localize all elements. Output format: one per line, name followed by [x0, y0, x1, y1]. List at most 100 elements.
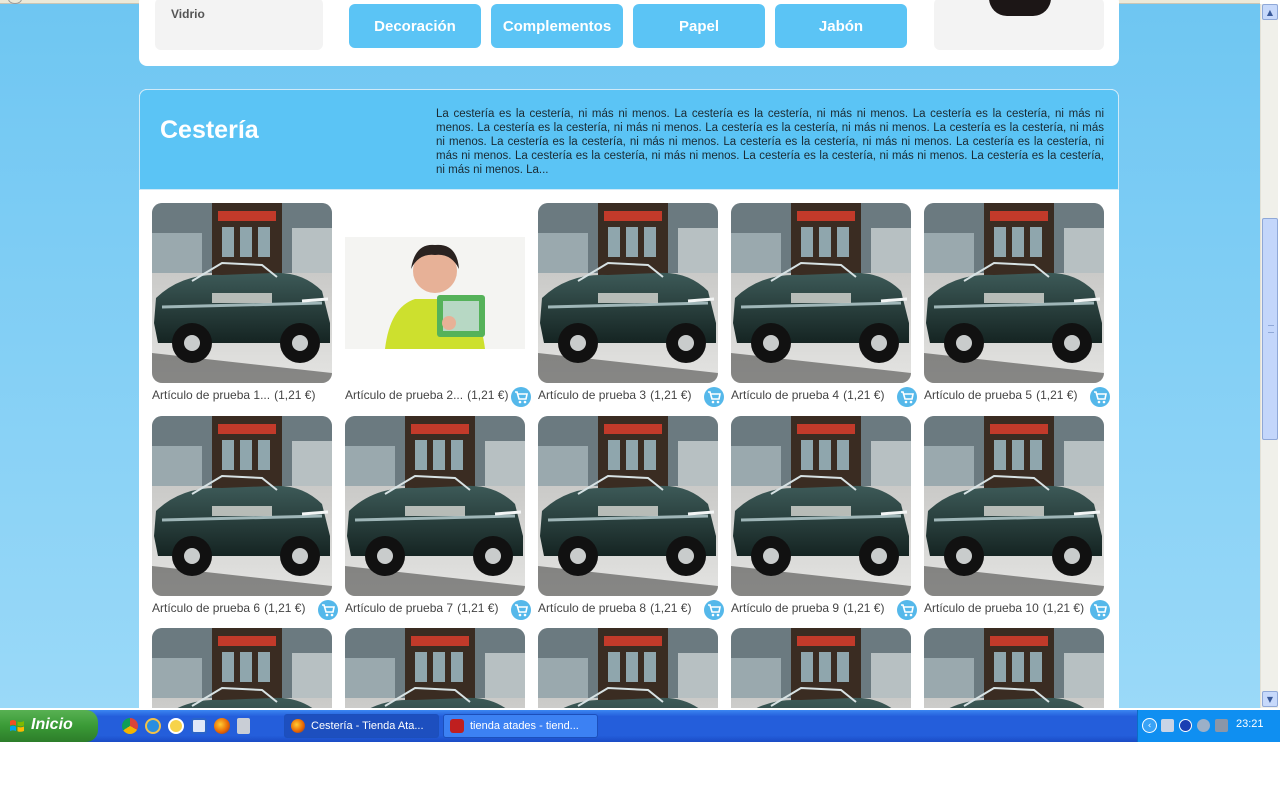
system-tray: ‹ 23:21: [1137, 710, 1280, 742]
product-caption[interactable]: Artículo de prueba 2... (1,21 €): [345, 388, 511, 402]
shopping-cart-icon[interactable]: [704, 600, 724, 620]
windows-flag-icon: [10, 720, 24, 732]
product-caption[interactable]: Artículo de prueba 1... (1,21 €): [152, 388, 318, 402]
category-button-complementos[interactable]: Complementos: [491, 4, 623, 48]
vintage-car-photo: [152, 416, 332, 596]
product-caption[interactable]: Artículo de prueba 8 (1,21 €): [538, 601, 704, 615]
vintage-car-photo: [924, 203, 1104, 383]
product-name: Artículo de prueba 2...: [345, 388, 464, 402]
category-nav-card: Vidrio Decoración Complementos Papel Jab…: [139, 0, 1119, 66]
product-caption[interactable]: Artículo de prueba 5 (1,21 €): [924, 388, 1090, 402]
task-button-browser[interactable]: Cestería - Tienda Ata...: [284, 714, 439, 738]
product-price: (1,21 €): [457, 601, 499, 615]
product-name: Artículo de prueba 10: [924, 601, 1039, 615]
product-caption[interactable]: Artículo de prueba 3 (1,21 €): [538, 388, 704, 402]
product-image[interactable]: [152, 628, 332, 708]
product-image[interactable]: [345, 628, 525, 708]
woman-with-basket-photo: [345, 237, 525, 349]
taskbar: Inicio Cestería - Tienda Ata... tienda a…: [0, 710, 1280, 742]
product-image[interactable]: [538, 203, 718, 383]
category-description: La cestería es la cestería, ni más ni me…: [436, 108, 1104, 176]
product-name: Artículo de prueba 5: [924, 388, 1033, 402]
vintage-car-photo: [731, 628, 911, 708]
category-button-papel[interactable]: Papel: [633, 4, 765, 48]
product-image[interactable]: [345, 416, 525, 596]
product-image[interactable]: [152, 203, 332, 383]
bottle-image: [989, 0, 1051, 16]
category-panel: Cestería La cestería es la cestería, ni …: [139, 89, 1119, 708]
shopping-cart-icon[interactable]: [511, 600, 531, 620]
product-name: Artículo de prueba 8: [538, 601, 647, 615]
shopping-cart-icon[interactable]: [511, 387, 531, 407]
vertical-scrollbar[interactable]: ▲ ▼: [1260, 4, 1278, 708]
product-image[interactable]: [538, 628, 718, 708]
vintage-car-photo: [924, 628, 1104, 708]
product-image[interactable]: [538, 416, 718, 596]
category-box-vidrio[interactable]: Vidrio: [155, 0, 323, 50]
shopping-cart-icon[interactable]: [704, 387, 724, 407]
shopping-cart-icon[interactable]: [1090, 600, 1110, 620]
product-name: Artículo de prueba 4: [731, 388, 840, 402]
shopping-cart-icon[interactable]: [1090, 387, 1110, 407]
scrollbar-thumb[interactable]: [1262, 218, 1278, 440]
product-image[interactable]: [731, 416, 911, 596]
shopping-cart-icon[interactable]: [318, 600, 338, 620]
vintage-car-photo: [731, 416, 911, 596]
product-caption[interactable]: Artículo de prueba 4 (1,21 €): [731, 388, 897, 402]
category-button-decoracion[interactable]: Decoración: [349, 4, 481, 48]
product-image[interactable]: [731, 203, 911, 383]
product-caption[interactable]: Artículo de prueba 9 (1,21 €): [731, 601, 897, 615]
start-label: Inicio: [31, 716, 73, 733]
vintage-car-photo: [152, 628, 332, 708]
vintage-car-photo: [538, 628, 718, 708]
featured-product-box[interactable]: [934, 0, 1104, 50]
product-name: Artículo de prueba 1...: [152, 388, 271, 402]
task-button-filezilla[interactable]: tienda atades - tiend...: [443, 714, 598, 738]
calculator-icon[interactable]: [237, 718, 250, 734]
category-header: Cestería La cestería es la cestería, ni …: [139, 89, 1119, 190]
product-price: (1,21 €): [467, 388, 509, 402]
product-price: (1,21 €): [843, 388, 885, 402]
tray-expand-icon[interactable]: ‹: [1142, 718, 1157, 733]
shopping-cart-icon[interactable]: [897, 600, 917, 620]
product-image[interactable]: [731, 628, 911, 708]
settings-icon[interactable]: [1197, 719, 1210, 732]
scroll-up-arrow-icon[interactable]: ▲: [1262, 4, 1278, 20]
scroll-down-arrow-icon[interactable]: ▼: [1262, 691, 1278, 707]
product-image[interactable]: [924, 628, 1104, 708]
product-caption[interactable]: Artículo de prueba 6 (1,21 €): [152, 601, 318, 615]
vintage-car-photo: [152, 203, 332, 383]
shopping-cart-icon[interactable]: [897, 387, 917, 407]
filezilla-icon: [450, 719, 464, 733]
browser-viewport: Vidrio Decoración Complementos Papel Jab…: [0, 0, 1260, 708]
product-price: (1,21 €): [264, 601, 306, 615]
product-caption[interactable]: Artículo de prueba 10 (1,21 €): [924, 601, 1090, 615]
clock: 23:21: [1236, 718, 1264, 730]
chrome-icon[interactable]: [122, 718, 138, 734]
category-box-label: Vidrio: [171, 7, 205, 21]
start-button[interactable]: Inicio: [0, 710, 98, 742]
product-image[interactable]: [924, 416, 1104, 596]
category-button-jabon[interactable]: Jabón: [775, 4, 907, 48]
product-name: Artículo de prueba 9: [731, 601, 840, 615]
product-image[interactable]: [924, 203, 1104, 383]
product-image[interactable]: [152, 416, 332, 596]
firefox-icon[interactable]: [214, 718, 230, 734]
messenger-icon[interactable]: [168, 718, 184, 734]
firefox-icon: [291, 719, 305, 733]
task-label-filezilla: tienda atades - tiend...: [470, 720, 579, 732]
product-name: Artículo de prueba 6: [152, 601, 261, 615]
product-image[interactable]: [345, 203, 525, 383]
monitor-icon[interactable]: [1215, 719, 1228, 732]
product-name: Artículo de prueba 3: [538, 388, 647, 402]
product-caption[interactable]: Artículo de prueba 7 (1,21 €): [345, 601, 511, 615]
vintage-car-photo: [538, 416, 718, 596]
outlook-express-icon[interactable]: [191, 718, 207, 734]
network-icon[interactable]: [1161, 719, 1174, 732]
category-title: Cestería: [160, 116, 259, 144]
bluetooth-icon[interactable]: [1179, 719, 1192, 732]
vintage-car-photo: [731, 203, 911, 383]
product-price: (1,21 €): [650, 601, 692, 615]
vintage-car-photo: [924, 416, 1104, 596]
internet-explorer-icon[interactable]: [145, 718, 161, 734]
